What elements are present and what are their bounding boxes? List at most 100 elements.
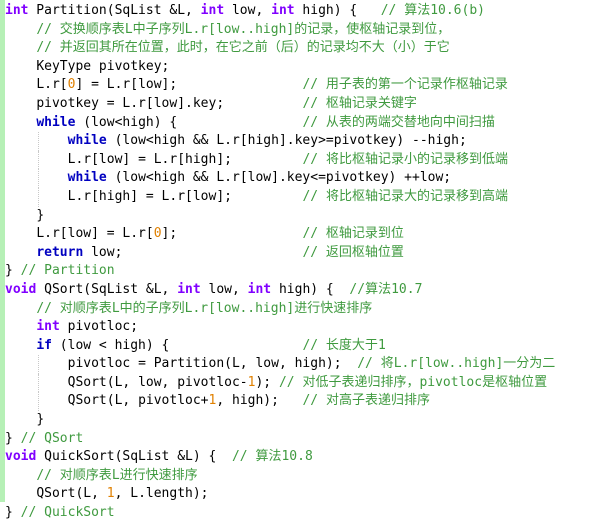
comment-gap bbox=[232, 152, 302, 167]
code-token: L.r[high] = L.r[low]; bbox=[67, 188, 232, 204]
code-token: // bbox=[231, 449, 256, 465]
code-line[interactable]: pivotkey = L.r[low].key; // 枢轴记录关键字 bbox=[5, 95, 599, 114]
code-line[interactable]: // 对顺序表L进行快速排序 bbox=[5, 467, 599, 486]
code-token: // bbox=[302, 95, 326, 111]
code-text-area[interactable]: int Partition(SqList &L, int low, int hi… bbox=[5, 0, 599, 520]
code-token: QSort(SqList &L, bbox=[36, 281, 178, 297]
code-token: 交换顺序表 bbox=[59, 21, 125, 37]
code-token: // bbox=[36, 300, 60, 316]
code-token: } bbox=[36, 207, 45, 223]
code-token: low, bbox=[224, 3, 272, 18]
code-line[interactable]: KeyType pivotkey; bbox=[5, 58, 599, 77]
code-line[interactable]: L.r[low] = L.r[0]; // 枢轴记录到位 bbox=[5, 225, 599, 244]
comment-gap bbox=[169, 338, 302, 353]
code-line[interactable]: // 交换顺序表L中子序列L.r[low..high]的记录，使枢轴记录到位， bbox=[5, 21, 599, 40]
comment-gap bbox=[177, 115, 302, 130]
code-token: 10.7 bbox=[391, 281, 423, 297]
code-token: // bbox=[302, 188, 326, 204]
code-token: // bbox=[36, 40, 60, 56]
code-token: 算法 bbox=[255, 449, 282, 465]
code-token: (low<high) { bbox=[75, 114, 178, 130]
code-line[interactable]: QSort(L, 1, L.length); bbox=[5, 485, 599, 504]
code-line[interactable]: L.r[0] = L.r[low]; // 用子表的第一个记录作枢轴记录 bbox=[5, 76, 599, 95]
code-token: 用子表的第一个记录作枢轴记录 bbox=[325, 77, 508, 93]
comment-gap bbox=[122, 245, 302, 260]
code-token: ); bbox=[255, 374, 279, 390]
code-token: int bbox=[271, 3, 295, 18]
code-line[interactable]: L.r[high] = L.r[low]; // 将比枢轴记录大的记录移到高端 bbox=[5, 187, 599, 207]
code-token: KeyType pivotkey; bbox=[36, 58, 170, 74]
code-token: // bbox=[302, 77, 326, 93]
code-line[interactable]: L.r[low] = L.r[high]; // 将比枢轴记录小的记录移到低端 bbox=[5, 150, 599, 170]
code-token: // bbox=[380, 3, 405, 18]
code-token: , high); bbox=[216, 393, 279, 409]
code-token: 中子序列 bbox=[132, 21, 185, 37]
code-line[interactable]: // 对顺序表L中的子序列L.r[low..high]进行快速排序 bbox=[5, 300, 599, 319]
code-token: 长度大于 bbox=[325, 337, 378, 353]
code-token: L bbox=[124, 21, 133, 37]
code-line[interactable]: while (low<high) { // 从表的两端交替地向中间扫描 bbox=[5, 114, 599, 133]
code-line[interactable]: } // Partition bbox=[5, 262, 599, 281]
code-token: L bbox=[111, 300, 120, 316]
code-line[interactable]: void QSort(SqList &L, int low, int high)… bbox=[5, 281, 599, 300]
code-line[interactable]: int pivotloc; bbox=[5, 318, 599, 337]
code-token: (low<high && L.r[low].key<=pivotkey) ++l… bbox=[106, 170, 452, 186]
code-line[interactable]: } bbox=[5, 207, 599, 226]
code-line[interactable]: while (low<high && L.r[low].key<=pivotke… bbox=[5, 169, 599, 188]
code-token: 将比枢轴记录大的记录移到高端 bbox=[325, 188, 508, 204]
code-token: Partition(SqList &L, bbox=[28, 3, 201, 18]
comment-gap bbox=[177, 226, 302, 241]
code-token: 对顺序表 bbox=[59, 467, 112, 483]
code-line[interactable]: if (low < high) { // 长度大于1 bbox=[5, 337, 599, 356]
code-token: void bbox=[5, 281, 37, 297]
code-token: // bbox=[36, 21, 60, 37]
code-token: pivotloc = Partition(L, low, high); bbox=[67, 356, 358, 372]
code-line[interactable]: int Partition(SqList &L, int low, int hi… bbox=[5, 2, 599, 21]
code-line[interactable]: } // QSort bbox=[5, 430, 599, 449]
code-line[interactable]: while (low<high && L.r[high].key>=pivotk… bbox=[5, 132, 599, 151]
code-line[interactable]: } // QuickSort bbox=[5, 504, 599, 523]
code-token: if bbox=[36, 337, 52, 353]
code-token: 将比枢轴记录小的记录移到低端 bbox=[325, 151, 508, 167]
code-token: } bbox=[5, 505, 21, 521]
code-token: // bbox=[36, 467, 60, 483]
comment-gap bbox=[224, 96, 302, 111]
code-token: QSort(L, bbox=[36, 486, 107, 502]
code-token: L.r[low] = L.r[high]; bbox=[67, 151, 232, 167]
code-token: // bbox=[302, 114, 326, 130]
code-token: QSort(L, low, pivotloc- bbox=[67, 374, 248, 390]
code-line[interactable]: return low; // 返回枢轴位置 bbox=[5, 244, 599, 263]
code-line[interactable]: void QuickSort(SqList &L) { // 算法10.8 bbox=[5, 448, 599, 467]
code-token: int bbox=[5, 3, 29, 18]
comment-gap bbox=[232, 189, 302, 204]
comment-gap bbox=[279, 393, 302, 408]
code-token: int bbox=[247, 281, 272, 297]
code-token: 从表的两端交替地向中间扫描 bbox=[325, 114, 495, 130]
code-token: } bbox=[36, 412, 45, 428]
code-line[interactable]: pivotloc = Partition(L, low, high); // 将… bbox=[5, 355, 599, 374]
code-token: // Partition bbox=[20, 263, 115, 279]
code-token: high) { bbox=[294, 3, 381, 18]
code-line[interactable]: // 并返回其所在位置，此时，在它之前（后）的记录均不大（小）于它 bbox=[5, 39, 599, 58]
code-token: // bbox=[302, 244, 326, 260]
code-editor[interactable]: int Partition(SqList &L, int low, int hi… bbox=[0, 0, 599, 520]
code-token: 1 bbox=[377, 337, 386, 353]
code-line[interactable]: } bbox=[5, 411, 599, 430]
code-token: // bbox=[357, 356, 381, 372]
code-token: return bbox=[36, 244, 84, 260]
code-line[interactable]: QSort(L, low, pivotloc-1); // 对低子表递归排序，p… bbox=[5, 373, 599, 393]
code-line[interactable]: QSort(L, pivotloc+1, high); // 对高子表递归排序 bbox=[5, 392, 599, 412]
